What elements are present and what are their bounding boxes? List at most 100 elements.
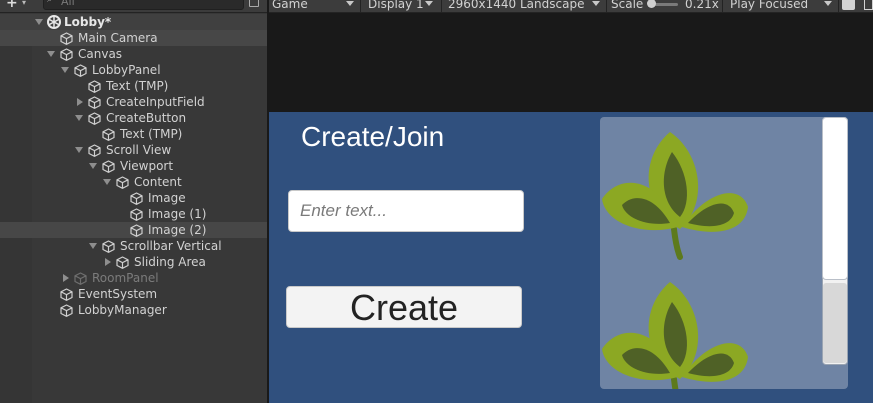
hierarchy-item[interactable]: Canvas [32,46,267,62]
hierarchy-item[interactable]: Viewport [32,158,267,174]
input-placeholder: Enter text... [300,201,387,220]
hierarchy-item-label: CreateInputField [106,95,205,109]
hierarchy-item-label: LobbyManager [78,303,167,317]
clover-image [602,282,748,389]
hierarchy-item-label: Image [148,191,186,205]
gameobject-cube-icon [60,304,73,317]
gameobject-cube-icon [88,112,101,125]
page-title: Create/Join [301,121,445,152]
fold-expanded-icon[interactable] [47,51,55,57]
gameobject-cube-icon [74,272,87,285]
gameobject-cube-icon [130,224,143,237]
hierarchy-item[interactable]: Image (1) [32,206,267,222]
hierarchy-item-label: Text (TMP) [106,79,169,93]
play-mode-dropdown[interactable]: Play Focused [730,0,808,12]
fold-arrow-icon[interactable] [35,19,43,25]
scene-root-row[interactable]: Lobby* ⋮ [0,14,267,42]
gameobject-cube-icon [88,80,101,93]
view-dropdown[interactable]: Game [272,0,308,12]
gameobject-cube-icon [130,192,143,205]
chevron-down-icon[interactable] [346,1,354,6]
clover-image [602,132,748,260]
toolbar-separator [441,0,442,13]
scrollbar-sliding-area[interactable] [823,283,847,363]
gameobject-cube-icon [102,128,115,141]
hierarchy-item[interactable]: Sliding Area [32,254,267,270]
resolution-dropdown[interactable]: 2960x1440 Landscape [448,0,584,12]
search-placeholder: All [61,0,75,8]
hierarchy-item[interactable]: CreateButton [32,110,267,126]
gameobject-cube-icon [60,48,73,61]
lock-icon[interactable] [249,0,259,7]
create-input-field[interactable]: Enter text... [288,190,524,232]
hierarchy-item-label: RoomPanel [92,271,159,285]
gameobject-cube-icon [60,288,73,301]
scale-value: 0.21x [685,0,719,11]
toolbar-separator [360,0,361,13]
chevron-down-icon[interactable]: ▾ [22,0,26,7]
game-view-letterbox [269,14,873,112]
add-object-button[interactable]: + [6,0,18,10]
fold-expanded-icon[interactable] [103,179,111,185]
hierarchy-item[interactable]: Text (TMP) [32,78,267,94]
hierarchy-item-label: Scrollbar Vertical [120,239,222,253]
hierarchy-item-label: Image (2) [148,223,207,237]
gameobject-cube-icon [88,144,101,157]
visibility-gutter [0,14,32,403]
fold-collapsed-icon[interactable] [77,98,83,106]
hierarchy-item[interactable]: Image (2) [0,222,267,238]
hierarchy-item-label: Canvas [78,47,123,61]
mute-audio-icon[interactable] [842,0,855,10]
scrollbar-handle[interactable] [822,117,848,280]
hierarchy-item[interactable]: LobbyPanel [32,62,267,78]
hierarchy-item[interactable]: LobbyManager [32,302,267,318]
hierarchy-item-label: Content [134,175,182,189]
hierarchy-item-label: Viewport [120,159,174,173]
gameobject-cube-icon [116,176,129,189]
toolbar-separator [722,0,723,13]
hierarchy-item-label: Scroll View [106,143,172,157]
chevron-down-icon[interactable] [824,1,832,6]
toolbar-separator [606,0,607,13]
hierarchy-item-label: Text (TMP) [120,127,183,141]
game-toolbar: Game Display 1 2960x1440 Landscape Scale… [269,0,873,13]
hierarchy-item-label: Image (1) [148,207,207,221]
gameobject-cube-icon [130,208,143,221]
fold-collapsed-icon[interactable] [105,258,111,266]
unity-scene-icon [47,15,61,29]
scroll-view[interactable] [600,117,848,389]
scene-name: Lobby* [64,15,112,29]
fold-expanded-icon[interactable] [75,115,83,121]
hierarchy-item[interactable]: Text (TMP) [32,126,267,142]
fold-expanded-icon[interactable] [75,147,83,153]
search-icon: ⌕ [47,0,53,5]
fold-expanded-icon[interactable] [61,67,69,73]
fold-expanded-icon[interactable] [89,243,97,249]
hierarchy-item-label: EventSystem [78,287,158,301]
hierarchy-item[interactable]: Image [32,190,267,206]
chevron-down-icon[interactable] [425,1,433,6]
create-button-label: Create [349,287,459,328]
hierarchy-panel: + ▾ ⌕ All Lobby* ⋮ Main Camera Canvas Lobb… [0,0,267,403]
hierarchy-item-label: LobbyPanel [92,63,161,77]
hierarchy-item[interactable]: Scrollbar Vertical [32,238,267,254]
hierarchy-item[interactable]: Main Camera [0,30,267,46]
hierarchy-item[interactable]: CreateInputField [32,94,267,110]
hierarchy-item[interactable]: EventSystem [32,286,267,302]
hierarchy-item[interactable]: Content [32,174,267,190]
gameobject-cube-icon [74,64,87,77]
hierarchy-toolbar: + ▾ ⌕ All [0,0,267,13]
gameobject-cube-icon [60,32,73,45]
stats-icon[interactable] [864,0,873,10]
hierarchy-item-label: Main Camera [78,31,158,45]
scale-label: Scale [611,0,644,11]
toolbar-separator [838,0,839,13]
hierarchy-item[interactable]: Scroll View [32,142,267,158]
display-dropdown[interactable]: Display 1 [368,0,424,12]
create-button[interactable]: Create [286,286,522,328]
fold-collapsed-icon[interactable] [63,274,69,282]
chevron-down-icon[interactable] [592,1,600,6]
gameobject-cube-icon [102,160,115,173]
hierarchy-item[interactable]: RoomPanel [32,270,267,286]
fold-expanded-icon[interactable] [89,163,97,169]
